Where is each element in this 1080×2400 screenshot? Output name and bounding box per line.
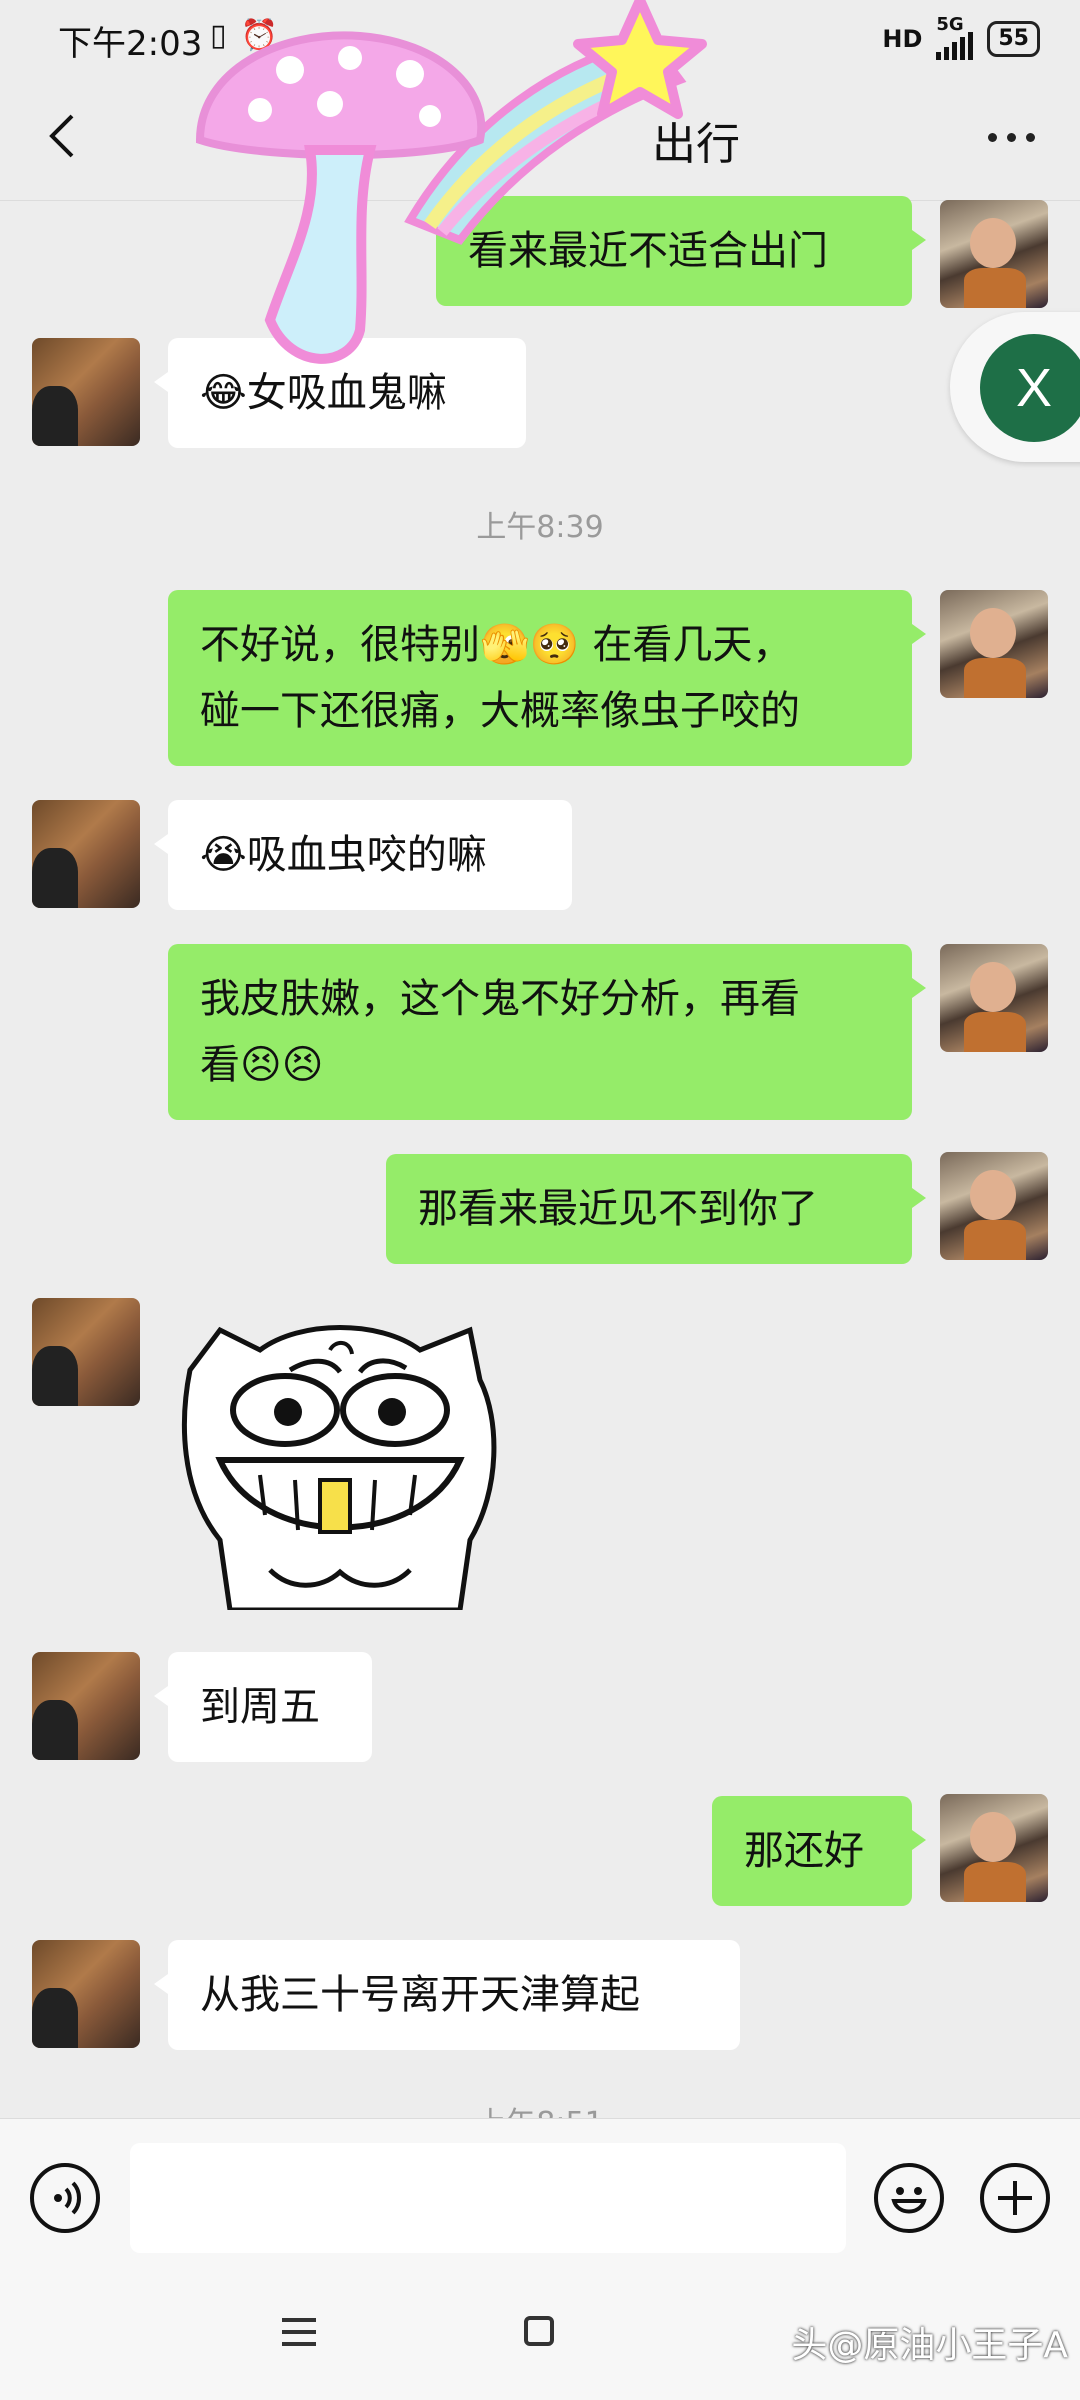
my-avatar[interactable]: [940, 1152, 1048, 1260]
message-text: 😂女吸血鬼嘛: [200, 370, 447, 416]
message-bubble-other[interactable]: 😂女吸血鬼嘛: [154, 338, 526, 448]
alarm-icon: ⏰: [240, 18, 278, 53]
message-timestamp: 上午8:39: [476, 510, 604, 545]
message-text-line: 碰一下还很痛，大概率像虫子咬的: [200, 688, 800, 734]
contact-avatar[interactable]: [32, 338, 140, 446]
message-bubble-me[interactable]: 看来最近不适合出门: [436, 196, 926, 306]
message-text-line: 我皮肤嫩，这个鬼不好分析，再看: [200, 976, 800, 1022]
floating-window-button[interactable]: X: [950, 312, 1080, 462]
message-text: 那看来最近见不到你了: [418, 1186, 818, 1232]
status-time: 下午2:03: [58, 24, 203, 64]
more-actions-button[interactable]: [980, 2163, 1050, 2233]
message-bubble-me[interactable]: 我皮肤嫩，这个鬼不好分析，再看 看😣😣: [168, 944, 926, 1120]
message-bubble-me[interactable]: 那看来最近见不到你了: [386, 1154, 926, 1264]
message-text: 到周五: [200, 1684, 320, 1730]
message-text-line: 不好说，很特别🫣🥺 在看几天，: [200, 622, 793, 668]
message-text: 看来最近不适合出门: [468, 228, 828, 274]
battery-level: 55: [998, 26, 1029, 51]
network-type: 5G: [936, 14, 964, 35]
grinning-meme-sticker[interactable]: [180, 1310, 500, 1610]
hd-indicator: HD: [882, 25, 923, 53]
my-avatar[interactable]: [940, 200, 1048, 308]
status-right-icons: HD 5G 55: [882, 14, 1040, 60]
message-text-line: 看😣😣: [200, 1042, 324, 1088]
watermark: 头@原油小王子A: [791, 2325, 1068, 2366]
message-text: 😭吸血虫咬的嘛: [200, 832, 487, 878]
back-arrow-icon[interactable]: [34, 106, 94, 166]
contact-avatar[interactable]: [32, 1940, 140, 2048]
battery-icon: 55: [987, 21, 1040, 57]
message-bubble-other[interactable]: 😭吸血虫咬的嘛: [154, 800, 572, 910]
my-avatar[interactable]: [940, 590, 1048, 698]
my-avatar[interactable]: [940, 1794, 1048, 1902]
smiley-icon: [891, 2187, 927, 2214]
menu-nav-icon[interactable]: [282, 2318, 316, 2346]
message-input[interactable]: [130, 2143, 846, 2253]
status-left-icons: ▯ ⏰: [210, 18, 278, 53]
contact-avatar[interactable]: [32, 1298, 140, 1406]
contact-avatar[interactable]: [32, 800, 140, 908]
signal-icon: [936, 32, 974, 60]
system-nav-bar: 头@原油小王子A: [0, 2278, 1080, 2400]
contact-avatar[interactable]: [32, 1652, 140, 1760]
message-text: 那还好: [744, 1828, 864, 1874]
floating-x-icon[interactable]: X: [980, 334, 1080, 442]
message-bubble-other[interactable]: 从我三十号离开天津算起: [154, 1940, 740, 2050]
input-bar: [0, 2118, 1080, 2279]
message-text: 从我三十号离开天津算起: [200, 1972, 640, 2018]
status-bar: 下午2:03 ▯ ⏰ HD 5G 55: [0, 0, 1080, 72]
voice-icon: [54, 2181, 81, 2215]
my-avatar[interactable]: [940, 944, 1048, 1052]
emoji-button[interactable]: [874, 2163, 944, 2233]
message-bubble-other[interactable]: 到周五: [154, 1652, 372, 1762]
message-bubble-me[interactable]: 那还好: [712, 1796, 926, 1906]
more-options-icon[interactable]: [976, 112, 1046, 162]
plus-icon: [998, 2181, 1032, 2215]
home-nav-icon[interactable]: [524, 2316, 554, 2346]
chat-header: 出行: [0, 72, 1080, 201]
chat-title: 出行: [652, 119, 740, 170]
message-bubble-me[interactable]: 不好说，很特别🫣🥺 在看几天， 碰一下还很痛，大概率像虫子咬的: [168, 590, 926, 766]
voice-input-button[interactable]: [30, 2163, 100, 2233]
vibrate-icon: ▯: [210, 18, 227, 53]
